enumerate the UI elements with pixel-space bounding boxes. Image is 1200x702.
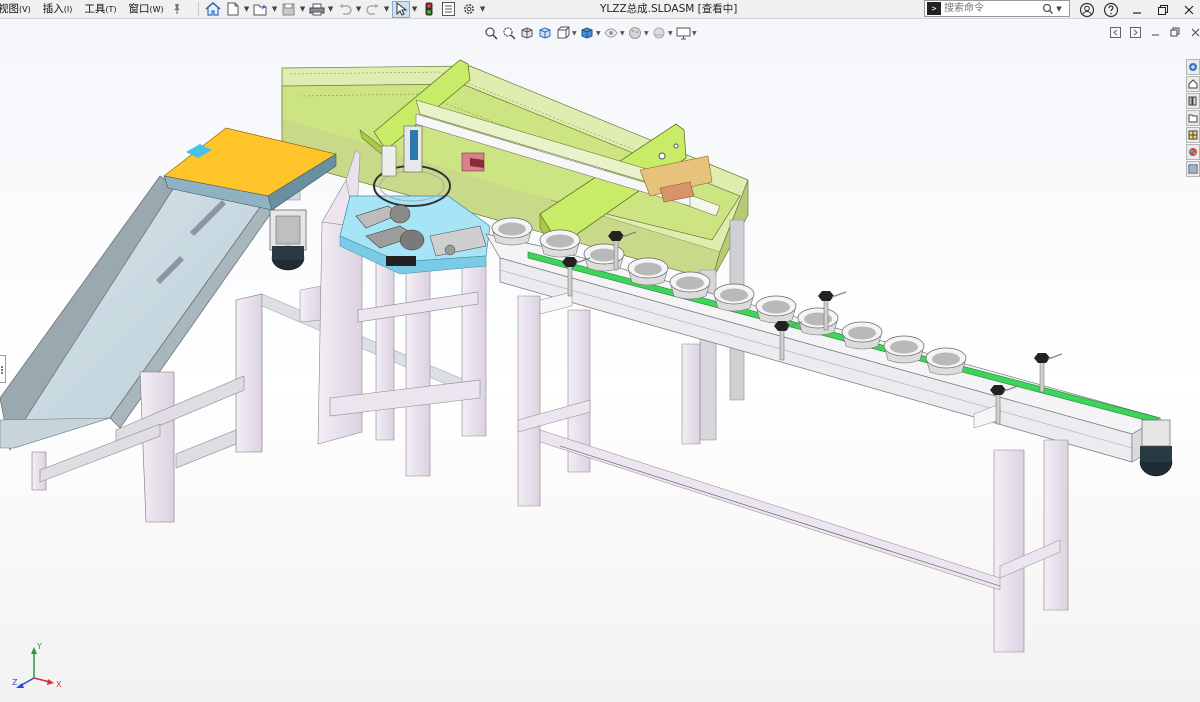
redo-dropdown-icon[interactable]: ▼ xyxy=(383,1,391,18)
cup xyxy=(539,229,581,258)
print-icon[interactable] xyxy=(308,1,326,18)
menu-window[interactable]: 窗口(W) xyxy=(122,0,169,19)
new-dropdown-icon[interactable]: ▼ xyxy=(243,1,251,18)
triad-z-label: Z xyxy=(12,678,18,687)
undo-icon[interactable] xyxy=(336,1,354,18)
search-box[interactable]: > ▼ xyxy=(924,0,1070,17)
cup xyxy=(883,335,925,364)
search-dropdown-icon[interactable]: ▼ xyxy=(1054,5,1064,13)
menu-tools[interactable]: 工具(T) xyxy=(78,0,122,19)
redo-icon[interactable] xyxy=(364,1,382,18)
close-icon[interactable] xyxy=(1178,0,1200,19)
cup xyxy=(841,321,883,350)
menu-view[interactable]: 视图(V) xyxy=(0,0,37,19)
options-panel-icon[interactable] xyxy=(440,1,458,18)
home-icon[interactable] xyxy=(204,1,222,18)
traffic-light-icon[interactable] xyxy=(420,1,438,18)
menu-insert[interactable]: 插入(I) xyxy=(37,0,79,19)
open-dropdown-icon[interactable]: ▼ xyxy=(271,1,279,18)
save-dropdown-icon[interactable]: ▼ xyxy=(299,1,307,18)
minimize-icon[interactable] xyxy=(1126,0,1148,19)
toolbar-separator xyxy=(197,2,199,16)
menu-view-accel: (V) xyxy=(19,4,31,14)
cup xyxy=(925,347,967,376)
cup xyxy=(797,307,839,336)
cup xyxy=(627,257,669,286)
search-input[interactable] xyxy=(944,1,1040,16)
incline-conveyor xyxy=(0,127,337,523)
pin-menu-icon[interactable] xyxy=(170,0,184,19)
restore-icon[interactable] xyxy=(1152,0,1174,19)
options-dropdown-icon[interactable]: ▼ xyxy=(479,1,487,18)
print-dropdown-icon[interactable]: ▼ xyxy=(327,1,335,18)
menu-insert-accel: (I) xyxy=(63,4,73,14)
select-icon[interactable] xyxy=(391,0,410,18)
coordinate-triad: Y X Z xyxy=(12,642,62,689)
triad-x-label: X xyxy=(56,680,62,689)
select-dropdown-icon[interactable]: ▼ xyxy=(411,1,419,18)
cup xyxy=(713,283,755,312)
search-icon[interactable] xyxy=(1042,3,1054,15)
help-icon[interactable] xyxy=(1100,0,1122,19)
open-icon[interactable] xyxy=(252,1,270,18)
new-document-icon[interactable] xyxy=(224,1,242,18)
save-icon[interactable] xyxy=(280,1,298,18)
triad-y-label: Y xyxy=(36,642,42,651)
cup xyxy=(755,295,797,324)
gear-icon[interactable] xyxy=(460,1,478,18)
graphics-area[interactable] xyxy=(0,19,1200,702)
menu-tools-accel: (T) xyxy=(105,4,117,14)
menu-window-accel: (W) xyxy=(149,4,164,14)
user-account-icon[interactable] xyxy=(1076,0,1098,19)
undo-dropdown-icon[interactable]: ▼ xyxy=(355,1,363,18)
cup xyxy=(669,271,711,300)
document-title: YLZZ总成.SLDASM [查看中] xyxy=(600,3,738,15)
cup xyxy=(491,217,533,246)
command-search-icon: > xyxy=(927,2,941,15)
